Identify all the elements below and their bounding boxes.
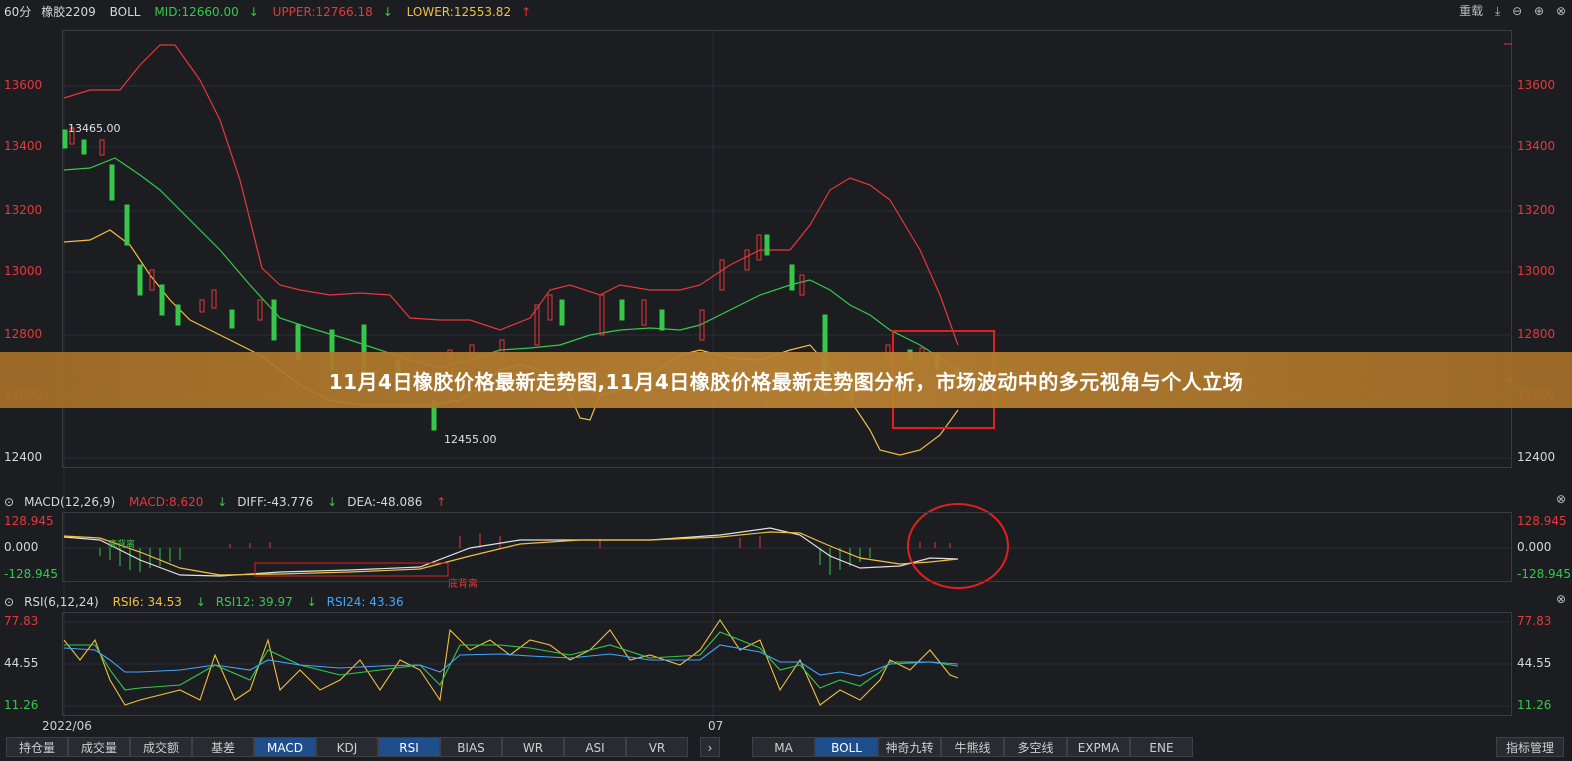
- tab-boll[interactable]: BOLL: [815, 737, 878, 757]
- macd-tick-right: 128.945: [1517, 514, 1567, 528]
- tab-kdj[interactable]: KDJ: [316, 737, 378, 757]
- macd-tick: 128.945: [4, 514, 54, 528]
- diff-value: DIFF:-43.776: [237, 495, 314, 509]
- tab-bias[interactable]: BIAS: [440, 737, 502, 757]
- rsi-name: RSI(6,12,24): [24, 595, 99, 609]
- rsi-tick: 44.55: [4, 656, 39, 670]
- rsi-tick: 11.26: [4, 698, 39, 712]
- low-annotation: 12455.00: [444, 433, 497, 446]
- tab-wr[interactable]: WR: [502, 737, 564, 757]
- arrow-down-icon: ↓: [217, 495, 228, 509]
- rsi-tick: 77.83: [4, 614, 39, 628]
- tabs-more-button[interactable]: ›: [700, 737, 720, 757]
- arrow-down-icon: ↓: [306, 595, 317, 609]
- date-label: 2022/06: [42, 719, 92, 733]
- rsi-header: ⊙ RSI(6,12,24) RSI6: 34.53 ↓ RSI12: 39.97 …: [4, 592, 414, 612]
- arrow-up-icon: ↑: [436, 495, 447, 509]
- tab-ma[interactable]: MA: [752, 737, 815, 757]
- dea-value: DEA:-48.086: [347, 495, 423, 509]
- macd-controls: ⊗: [1548, 492, 1566, 506]
- tab-bull-bear[interactable]: 牛熊线: [941, 737, 1004, 757]
- settings-icon[interactable]: ⊙: [4, 595, 14, 609]
- title-banner: 11月4日橡胶价格最新走势图,11月4日橡胶价格最新走势图分析，市场波动中的多元…: [0, 352, 1572, 408]
- arrow-down-icon: ↓: [195, 595, 206, 609]
- settings-icon[interactable]: ⊙: [4, 495, 14, 509]
- rsi-tick-right: 11.26: [1517, 698, 1552, 712]
- banner-title: 11月4日橡胶价格最新走势图,11月4日橡胶价格最新走势图分析，市场波动中的多元…: [328, 369, 1244, 394]
- tab-rsi[interactable]: RSI: [378, 737, 440, 757]
- macd-chart[interactable]: [62, 512, 1512, 582]
- rsi-chart[interactable]: [62, 612, 1512, 716]
- indicator-tabs-right: MA BOLL 神奇九转 牛熊线 多空线 EXPMA ENE: [752, 737, 1193, 757]
- rsi24-value: RSI24: 43.36: [326, 595, 404, 609]
- tab-long-short[interactable]: 多空线: [1004, 737, 1067, 757]
- tab-basis[interactable]: 基差: [192, 737, 254, 757]
- indicator-tabs-left: 持仓量 成交量 成交额 基差 MACD KDJ RSI BIAS WR ASI …: [6, 737, 688, 757]
- macd-tick-right: -128.945: [1517, 567, 1571, 581]
- macd-name: MACD(12,26,9): [24, 495, 116, 509]
- date-label: 07: [708, 719, 724, 733]
- high-annotation: 13465.00: [68, 122, 121, 135]
- tab-macd[interactable]: MACD: [254, 737, 316, 757]
- macd-tick-right: 0.000: [1517, 540, 1552, 554]
- tab-vr[interactable]: VR: [626, 737, 688, 757]
- close-icon[interactable]: ⊗: [1556, 492, 1566, 506]
- tab-volume[interactable]: 成交量: [68, 737, 130, 757]
- rsi-tick-right: 44.55: [1517, 656, 1552, 670]
- tab-magic-nine[interactable]: 神奇九转: [878, 737, 941, 757]
- macd-header: ⊙ MACD(12,26,9) MACD:8.620 ↓ DIFF:-43.776 …: [4, 492, 456, 512]
- tab-expma[interactable]: EXPMA: [1067, 737, 1130, 757]
- macd-tick: -128.945: [4, 567, 58, 581]
- arrow-down-icon: ↓: [327, 495, 338, 509]
- tab-ene[interactable]: ENE: [1130, 737, 1193, 757]
- close-icon[interactable]: ⊗: [1556, 592, 1566, 606]
- macd-value: MACD:8.620: [129, 495, 204, 509]
- macd-tick: 0.000: [4, 540, 39, 554]
- rsi-tick-right: 77.83: [1517, 614, 1552, 628]
- indicator-manager-button[interactable]: 指标管理: [1496, 737, 1564, 757]
- tab-asi[interactable]: ASI: [564, 737, 626, 757]
- tab-turnover[interactable]: 成交额: [130, 737, 192, 757]
- boll-upper-line: [63, 44, 959, 346]
- rsi-controls: ⊗: [1548, 592, 1566, 606]
- rsi12-value: RSI12: 39.97: [215, 595, 293, 609]
- tab-open-interest[interactable]: 持仓量: [6, 737, 68, 757]
- rsi6-value: RSI6: 34.53: [112, 595, 182, 609]
